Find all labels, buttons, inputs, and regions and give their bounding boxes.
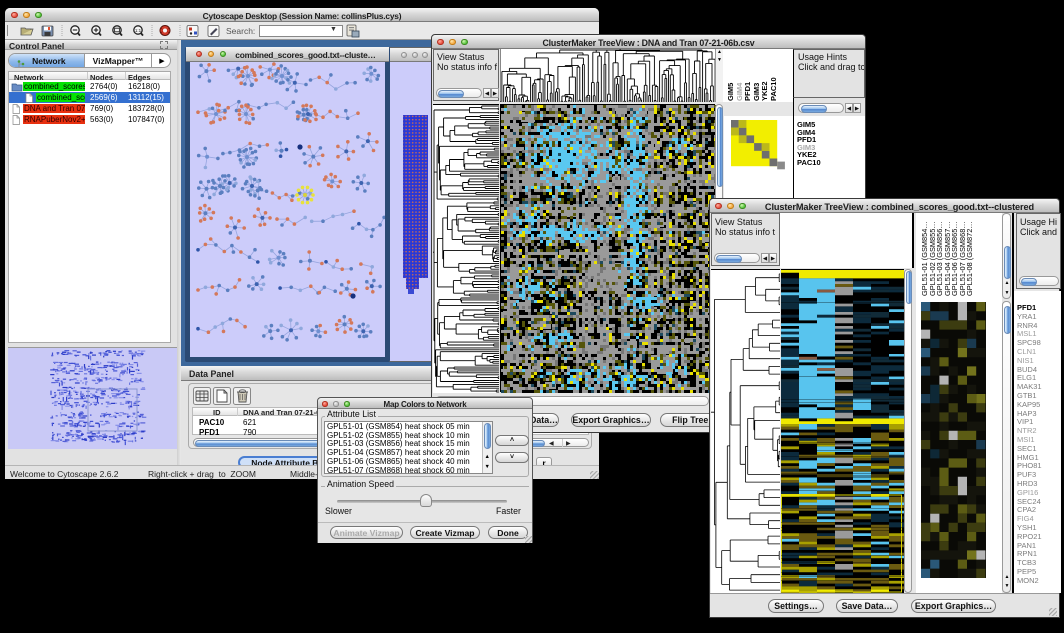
svg-text:1:1: 1:1: [135, 28, 142, 33]
